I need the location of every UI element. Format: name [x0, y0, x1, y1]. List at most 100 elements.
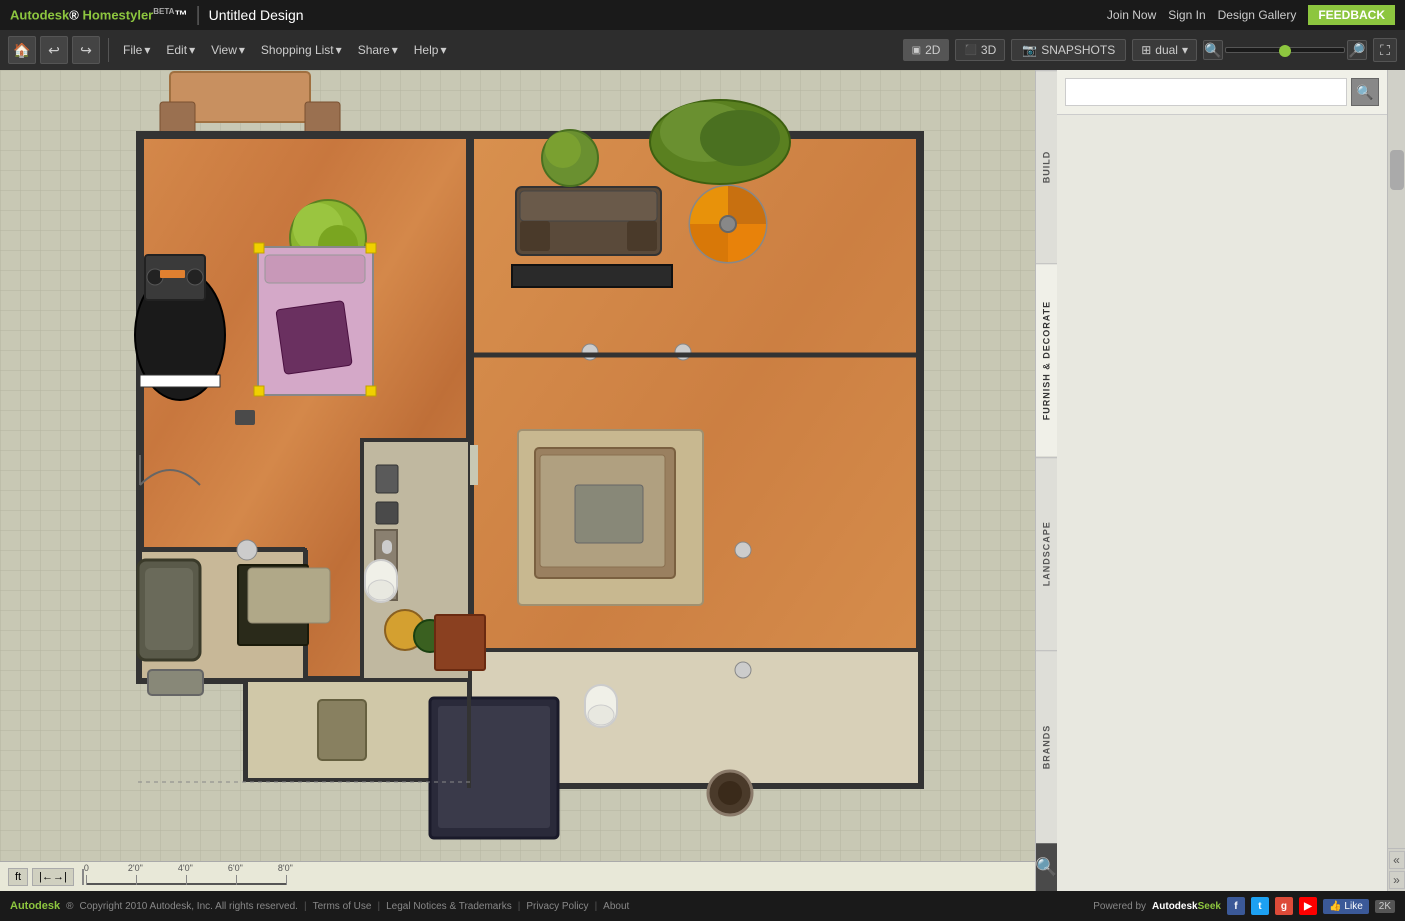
legal-link[interactable]: Legal Notices & Trademarks: [386, 901, 512, 912]
furnish-decorate-tab[interactable]: FURNISH & DECORATE: [1036, 263, 1057, 456]
resize-handle-tl[interactable]: [254, 243, 264, 253]
toolbar: 🏠 ↩ ↪ File ▾ Edit ▾ View ▾ Shopping List…: [0, 30, 1405, 70]
view-2d-button[interactable]: ▣ 2D: [903, 39, 950, 61]
collapse-controls: « »: [1387, 848, 1405, 891]
ruler: ft |←→| 0 2'0" 4'0" 6'0" 8'0": [0, 861, 1035, 891]
door-knob-3: [735, 542, 751, 558]
brands-tab[interactable]: BRANDS: [1036, 650, 1057, 843]
shopping-list-menu[interactable]: Shopping List ▾: [255, 39, 348, 61]
footer-sep2: |: [377, 901, 380, 912]
home-button[interactable]: 🏠: [8, 36, 36, 64]
like-count: 2K: [1375, 900, 1395, 913]
kitchen-appliance-2: [376, 502, 398, 524]
help-menu[interactable]: Help ▾: [408, 39, 453, 61]
design-title: Untitled Design: [209, 7, 304, 23]
design-gallery-link[interactable]: Design Gallery: [1218, 8, 1297, 22]
toolbar-separator: [108, 38, 109, 62]
bath-rug-small: [248, 568, 330, 623]
content-area: ft |←→| 0 2'0" 4'0" 6'0" 8'0" BUILD FURN…: [0, 70, 1405, 891]
file-menu[interactable]: File ▾: [117, 39, 156, 61]
like-button[interactable]: 👍 Like: [1323, 899, 1369, 914]
collapse-up-button[interactable]: «: [1389, 851, 1405, 869]
footer-sep3: |: [518, 901, 521, 912]
door-gap-1: [470, 445, 478, 485]
kitchen-appliance-1: [376, 465, 398, 493]
scroll-track: [1388, 70, 1405, 848]
join-now-link[interactable]: Join Now: [1107, 8, 1156, 22]
powered-by-text: Powered by: [1093, 901, 1146, 912]
about-link[interactable]: About: [603, 901, 629, 912]
zoom-thumb: [1279, 45, 1291, 57]
zoom-out-button[interactable]: 🔍: [1203, 40, 1223, 60]
bed-pillow: [265, 255, 365, 283]
panel-search-input[interactable]: [1065, 78, 1347, 106]
footer-copyright: Copyright 2010 Autodesk, Inc. All rights…: [80, 901, 298, 912]
bath-wall-h: [245, 678, 470, 682]
edit-menu[interactable]: Edit ▾: [160, 39, 201, 61]
google-icon[interactable]: g: [1275, 897, 1293, 915]
logo-homestyler: Homestyler: [82, 8, 153, 23]
bedside-item: [235, 410, 255, 425]
toolbar-right: ▣ 2D ⬛ 3D 📷 SNAPSHOTS ⊞ dual ▾ 🔍 🔎 ⛶: [903, 38, 1397, 62]
resize-handle-bl[interactable]: [254, 386, 264, 396]
measure-button[interactable]: |←→|: [32, 868, 74, 886]
tv-unit: [512, 265, 672, 287]
terms-link[interactable]: Terms of Use: [313, 901, 372, 912]
autodesk-seek-logo: AutodeskSeek: [1152, 901, 1221, 912]
bathroom-sink: [148, 670, 203, 695]
footer-sep4: |: [595, 901, 598, 912]
sidebar-tabs: BUILD FURNISH & DECORATE LANDSCAPE BRAND…: [1035, 70, 1057, 891]
facebook-icon[interactable]: f: [1227, 897, 1245, 915]
topbar-left: Autodesk® HomestylerBETA™ | Untitled Des…: [10, 4, 304, 27]
fullscreen-button[interactable]: ⛶: [1373, 38, 1397, 62]
unit-toggle-button[interactable]: ft: [8, 868, 28, 886]
door-knob-4: [735, 662, 751, 678]
zoom-slider[interactable]: [1225, 47, 1345, 53]
bath-wall-v: [245, 678, 248, 780]
redo-button[interactable]: ↪: [72, 36, 100, 64]
door-knob-1: [582, 344, 598, 360]
canvas[interactable]: ft |←→| 0 2'0" 4'0" 6'0" 8'0": [0, 70, 1035, 891]
panel-search-bar: 🔍: [1057, 70, 1387, 115]
landscape-tab[interactable]: LANDSCAPE: [1036, 457, 1057, 650]
beta-badge: BETA: [153, 7, 174, 16]
bed-cushion: [276, 301, 352, 375]
feedback-button[interactable]: FEEDBACK: [1308, 5, 1395, 25]
share-menu[interactable]: Share ▾: [352, 39, 404, 61]
snapshots-button[interactable]: 📷 SNAPSHOTS: [1011, 39, 1126, 61]
footer-right: Powered by AutodeskSeek f t g ▶ 👍 Like 2…: [1093, 897, 1395, 915]
privacy-link[interactable]: Privacy Policy: [526, 901, 588, 912]
resize-handle-tr[interactable]: [366, 243, 376, 253]
resize-handle-br[interactable]: [366, 386, 376, 396]
ruler-scale: 0 2'0" 4'0" 6'0" 8'0": [86, 869, 286, 885]
undo-button[interactable]: ↩: [40, 36, 68, 64]
bath-wall-right: [467, 678, 471, 788]
footer: Autodesk® Copyright 2010 Autodesk, Inc. …: [0, 891, 1405, 921]
scroll-thumb[interactable]: [1390, 150, 1404, 190]
view-3d-button[interactable]: ⬛ 3D: [955, 39, 1005, 61]
zoom-in-button[interactable]: 🔎: [1347, 40, 1367, 60]
footer-left: Autodesk® Copyright 2010 Autodesk, Inc. …: [10, 900, 629, 912]
sign-in-link[interactable]: Sign In: [1168, 8, 1205, 22]
zoom-controls: 🔍 🔎: [1203, 40, 1367, 60]
topbar: Autodesk® HomestylerBETA™ | Untitled Des…: [0, 0, 1405, 30]
dual-view-button[interactable]: ⊞ dual ▾: [1132, 39, 1197, 61]
panel-items-area: [1057, 115, 1387, 891]
logo-autodesk: Autodesk: [10, 8, 69, 23]
twitter-icon[interactable]: t: [1251, 897, 1269, 915]
panel-content-area: 🔍: [1057, 70, 1387, 891]
collapse-down-button[interactable]: »: [1389, 871, 1405, 889]
view-menu[interactable]: View ▾: [205, 39, 251, 61]
wooden-cabinet: [435, 615, 485, 670]
sidebar-search-icon-btn[interactable]: 🔍: [1036, 843, 1057, 891]
door-knob-5: [237, 540, 257, 560]
panel-search-button[interactable]: 🔍: [1351, 78, 1379, 106]
youtube-icon[interactable]: ▶: [1299, 897, 1317, 915]
topbar-right: Join Now Sign In Design Gallery FEEDBACK: [1107, 5, 1395, 25]
sidebar-scrollbar: « »: [1387, 70, 1405, 891]
ottoman: [318, 700, 366, 760]
footer-sep1: |: [304, 901, 307, 912]
footer-autodesk: Autodesk: [10, 900, 60, 912]
build-tab[interactable]: BUILD: [1036, 70, 1057, 263]
floorplan-svg: [80, 70, 980, 870]
